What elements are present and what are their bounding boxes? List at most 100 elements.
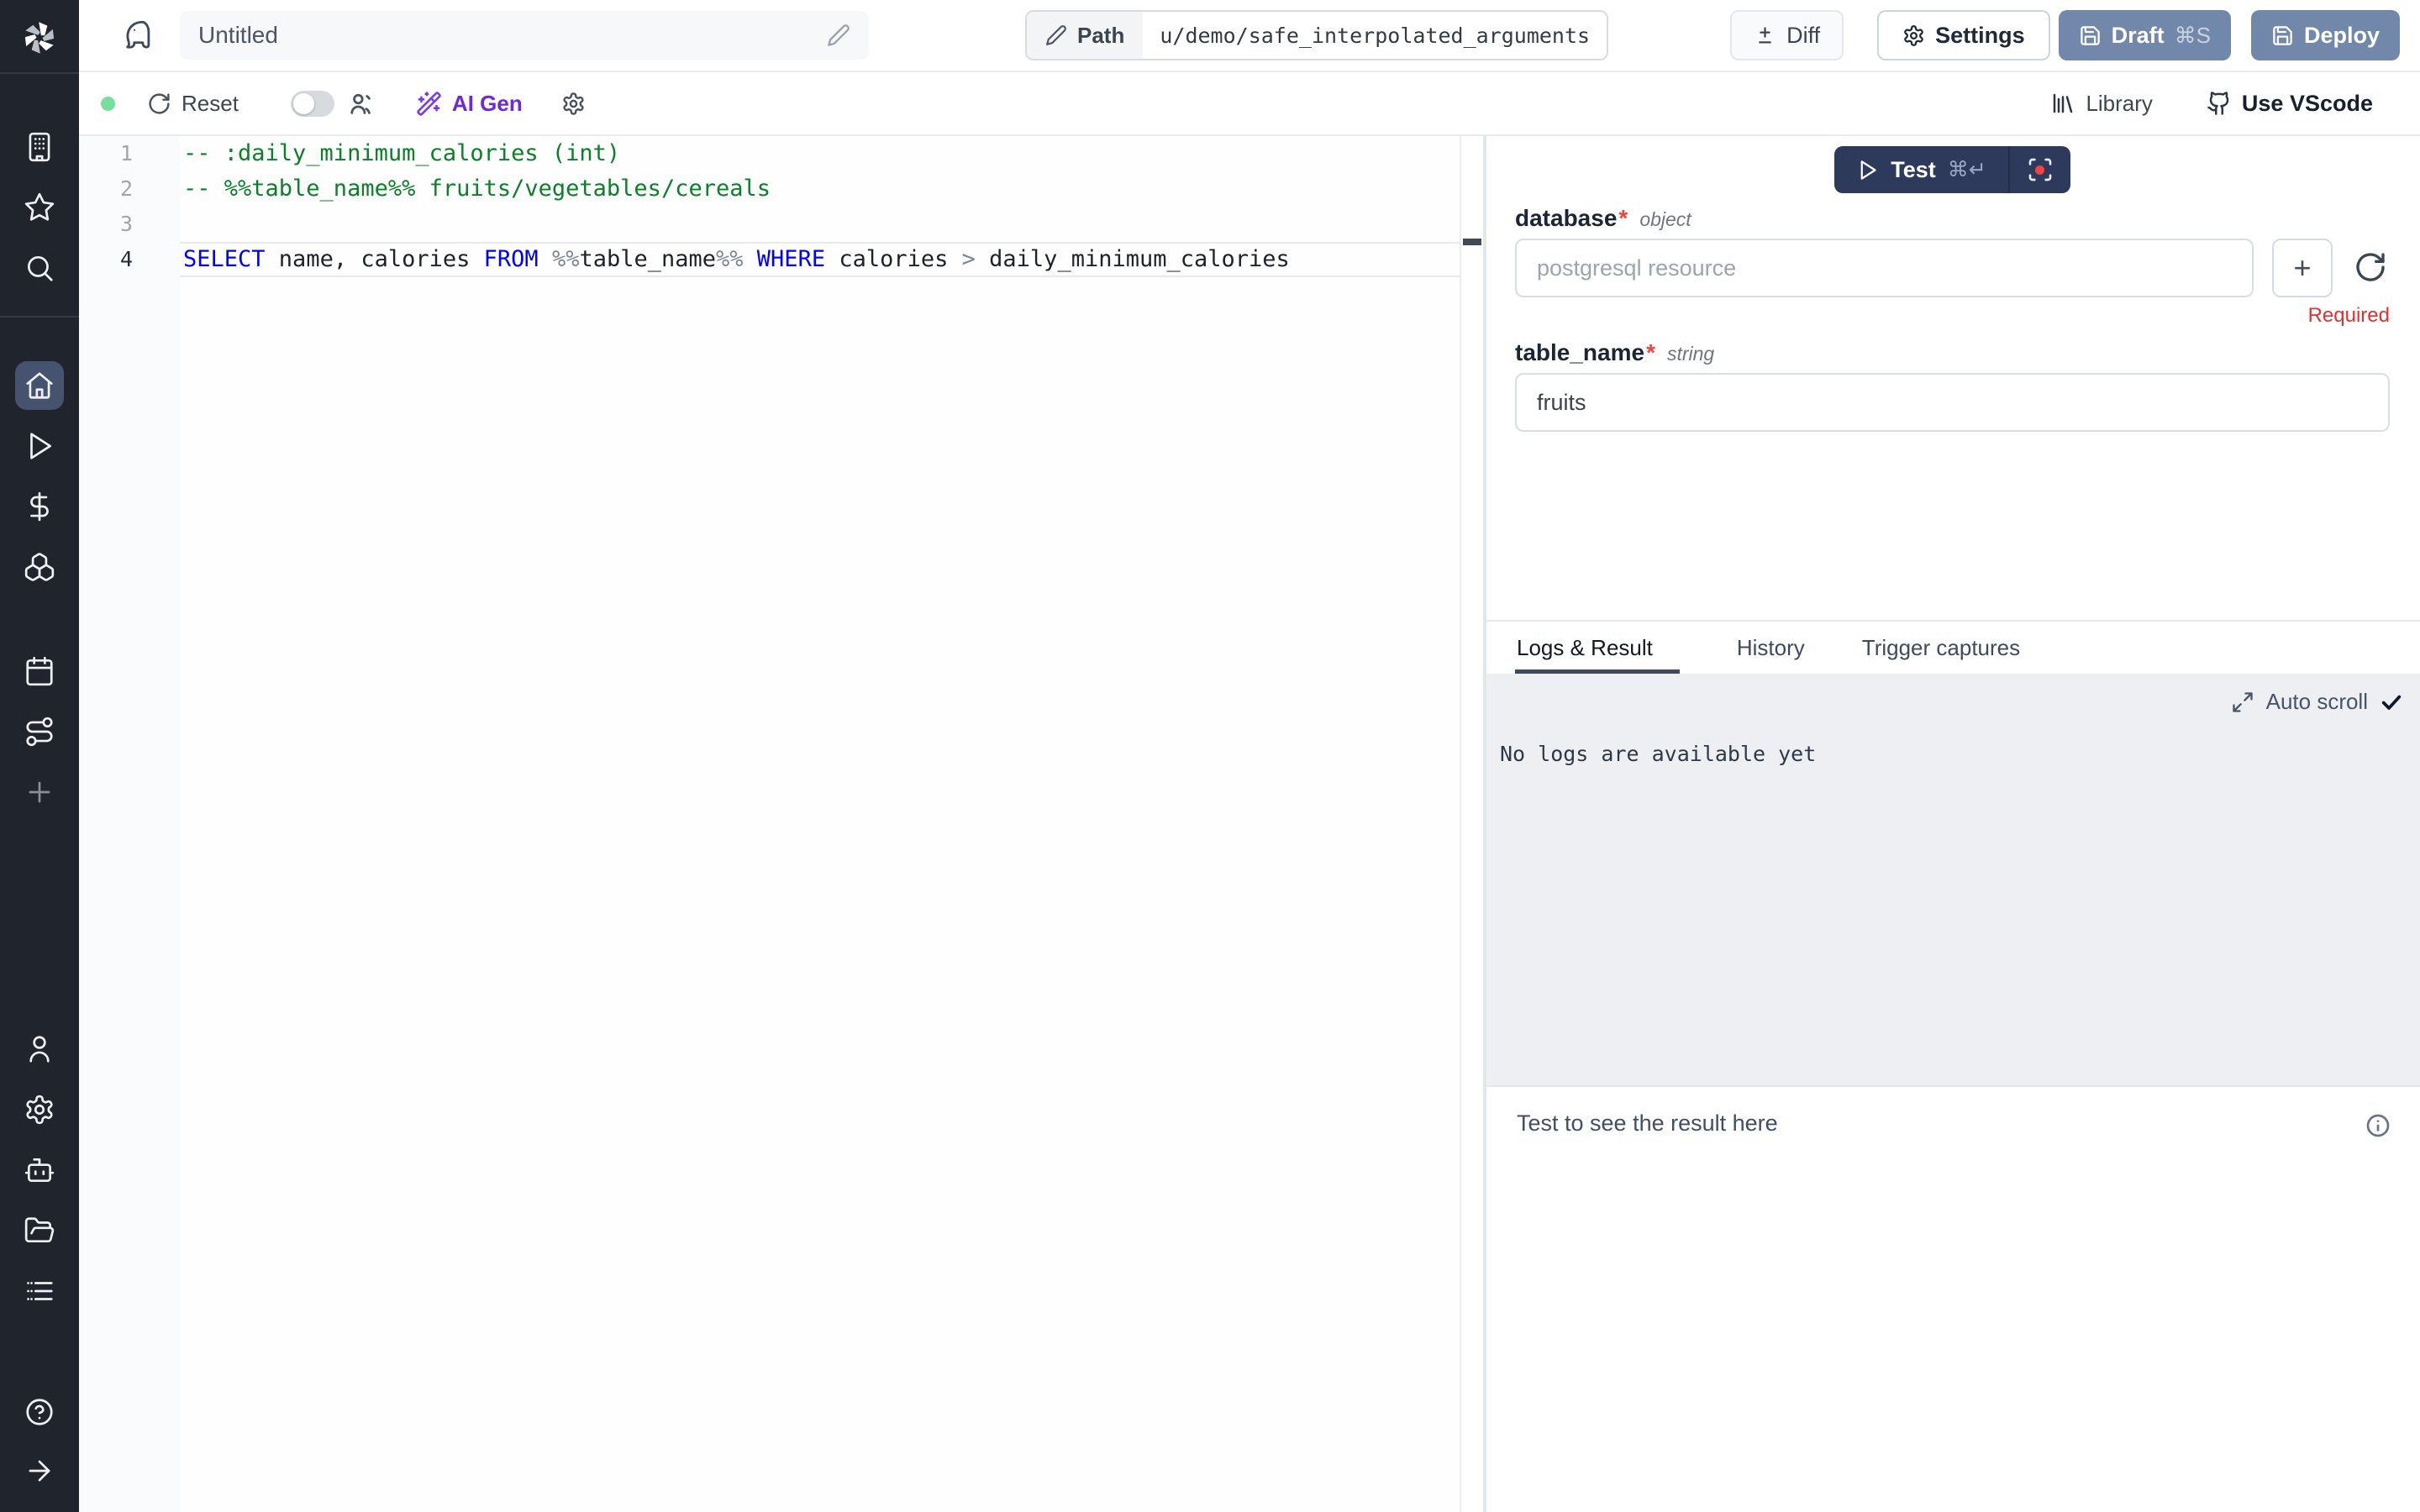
test-button-group: Test ⌘↵ [1834, 146, 2070, 193]
postgresql-icon [121, 18, 156, 53]
code-line[interactable]: -- %%table_name%% fruits/vegetables/cere… [180, 171, 1460, 207]
sidebar-item-variables[interactable] [15, 482, 64, 531]
code-editor[interactable]: 1234 -- :daily_minimum_calories (int)-- … [79, 136, 1483, 1512]
field-name: database [1515, 205, 1617, 232]
main-area: Untitled Path u/demo/safe_interpolated_a… [79, 0, 2420, 1512]
refresh-icon [147, 92, 171, 116]
script-title-field[interactable]: Untitled [180, 11, 869, 60]
expand-icon[interactable] [2231, 690, 2254, 714]
sidebar-item-folders[interactable] [15, 1206, 64, 1255]
save-icon [2079, 24, 2102, 47]
tab-trigger-captures[interactable]: Trigger captures [1862, 622, 2020, 674]
use-vscode-button[interactable]: Use VScode [2207, 91, 2373, 117]
sidebar-expand-button[interactable] [15, 1446, 64, 1495]
save-icon [2271, 24, 2294, 47]
field-label-database: database* object [1515, 205, 2390, 232]
library-icon [2050, 91, 2075, 116]
diff-button[interactable]: Diff [1730, 10, 1844, 60]
line-number: 2 [79, 171, 180, 207]
library-label: Library [2086, 91, 2152, 117]
test-button[interactable]: Test ⌘↵ [1834, 146, 2007, 193]
list-icon [24, 1275, 55, 1307]
library-button[interactable]: Library [2050, 91, 2152, 117]
add-resource-button[interactable]: + [2272, 239, 2333, 297]
sidebar [0, 0, 79, 1512]
use-vscode-label: Use VScode [2242, 91, 2373, 117]
windmill-logo-icon[interactable] [18, 17, 60, 59]
required-asterisk: * [1646, 339, 1655, 366]
run-panel: Test ⌘↵ database* object [1486, 136, 2420, 1512]
sidebar-item-runs[interactable] [15, 422, 64, 470]
help-icon [24, 1396, 55, 1428]
gear-icon [561, 92, 586, 116]
editor-gutter: 1234 [79, 136, 180, 1512]
star-icon [24, 192, 55, 223]
play-icon [1856, 159, 1879, 181]
table-name-input-row [1515, 373, 2390, 432]
plus-icon [24, 776, 55, 808]
content: 1234 -- :daily_minimum_calories (int)-- … [79, 136, 2420, 1512]
logs-empty-message: No logs are available yet [1500, 742, 2403, 766]
test-shortcut: ⌘↵ [1948, 157, 1986, 182]
sidebar-item-add[interactable] [15, 768, 64, 816]
sidebar-item-search[interactable] [15, 244, 64, 292]
sidebar-item-favorites[interactable] [15, 183, 64, 232]
sidebar-item-audit-logs[interactable] [15, 1267, 64, 1315]
field-label-table-name: table_name* string [1515, 339, 2390, 366]
users-icon [348, 90, 376, 118]
check-icon[interactable] [2380, 690, 2403, 714]
database-input[interactable] [1515, 239, 2254, 297]
sidebar-item-help[interactable] [15, 1388, 64, 1436]
code-line[interactable] [180, 207, 1460, 242]
path-button[interactable]: Path u/demo/safe_interpolated_arguments [1025, 10, 1608, 60]
capture-button[interactable] [2008, 146, 2070, 193]
sidebar-divider [0, 316, 79, 318]
autoscroll-label[interactable]: Auto scroll [2266, 689, 2368, 715]
draft-label: Draft [2112, 23, 2165, 49]
field-type: object [1639, 208, 1691, 231]
editor-settings-button[interactable] [561, 92, 586, 116]
multiplayer-toggle[interactable] [291, 91, 334, 117]
sidebar-item-settings[interactable] [15, 1085, 64, 1134]
sidebar-item-schedules[interactable] [15, 647, 64, 696]
info-icon[interactable] [2365, 1112, 2391, 1139]
home-icon [24, 370, 55, 402]
tab-logs-result[interactable]: Logs & Result [1517, 622, 1680, 674]
tab-history[interactable]: History [1737, 622, 1805, 674]
sidebar-item-resources[interactable] [15, 543, 64, 591]
editor-scrollbar[interactable] [1460, 136, 1483, 1512]
logs-toolbar: Auto scroll [1500, 689, 2403, 715]
boxes-icon [24, 551, 55, 583]
windmill-app: Untitled Path u/demo/safe_interpolated_a… [0, 0, 2420, 1512]
sidebar-item-users[interactable] [15, 1025, 64, 1074]
path-label-segment: Path [1027, 12, 1143, 59]
draft-button[interactable]: Draft ⌘S [2059, 10, 2231, 60]
reset-button[interactable]: Reset [147, 91, 239, 117]
building-icon [24, 131, 55, 163]
deploy-button[interactable]: Deploy [2251, 10, 2400, 60]
wand-sparkles-icon [416, 91, 442, 117]
diff-label: Diff [1786, 23, 1820, 49]
database-input-row: + [1515, 239, 2390, 297]
record-dot-icon [2035, 165, 2044, 175]
folder-open-icon [24, 1215, 55, 1247]
code-line[interactable]: SELECT name, calories FROM %%table_name%… [180, 242, 1460, 277]
table-name-input[interactable] [1515, 373, 2390, 432]
refresh-resource-button[interactable] [2351, 249, 2390, 287]
toggle-knob [293, 93, 314, 114]
edit-title-pencil-icon[interactable] [827, 24, 850, 47]
dollar-icon [24, 491, 55, 522]
editor-code[interactable]: -- :daily_minimum_calories (int)-- %%tab… [180, 136, 1460, 1512]
sidebar-item-home[interactable] [15, 361, 64, 410]
sidebar-item-workspace[interactable] [15, 123, 64, 171]
field-type: string [1667, 343, 1714, 365]
settings-button[interactable]: Settings [1877, 10, 2050, 60]
sidebar-item-triggers[interactable] [15, 707, 64, 756]
result-tabs: Logs & Result History Trigger captures [1486, 620, 2420, 674]
github-icon [2207, 91, 2232, 116]
ai-gen-button[interactable]: AI Gen [416, 91, 523, 117]
line-number: 1 [79, 136, 180, 171]
sidebar-item-workers[interactable] [15, 1146, 64, 1194]
code-line[interactable]: -- :daily_minimum_calories (int) [180, 136, 1460, 171]
diff-icon [1754, 24, 1776, 47]
